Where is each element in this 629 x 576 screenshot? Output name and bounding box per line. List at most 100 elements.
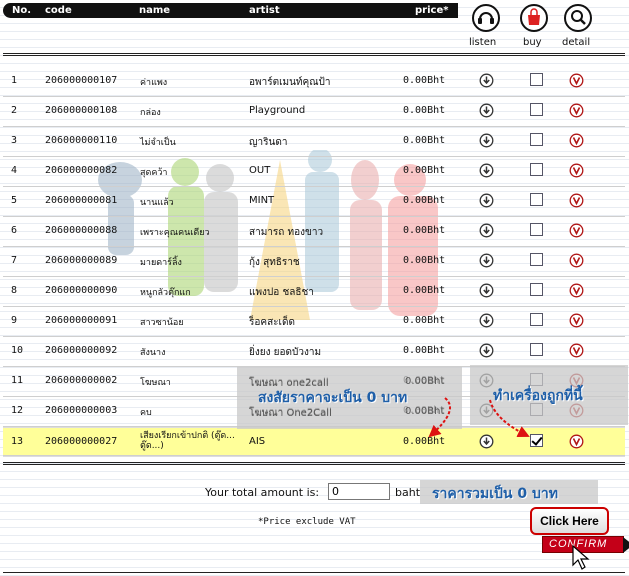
detail-icon[interactable] [569, 313, 584, 328]
table-row: 3 206000000110 ไม่จำเป็น ญารินดา 0.00Bht [3, 127, 625, 157]
detail-icon[interactable] [569, 434, 584, 449]
price-annotation-text: สงสัยราคาจะเป็น 0 บาท [258, 390, 408, 406]
row-song-name: คบ [140, 408, 152, 418]
row-artist: ยิ่งยง ยอดบัวงาม [249, 347, 322, 358]
listen-header-icon[interactable] [471, 3, 501, 33]
row-number: 5 [11, 195, 18, 206]
buy-checkbox[interactable] [530, 73, 543, 86]
row-code: 206000000082 [45, 165, 118, 176]
row-number: 1 [11, 75, 18, 86]
buy-checkbox[interactable] [530, 313, 543, 326]
total-amount-unit: baht [395, 486, 421, 499]
table-row: 5 206000000081 นานแล้ว MINT 0.00Bht [3, 187, 625, 217]
row-number: 4 [11, 165, 18, 176]
listen-icon[interactable] [479, 73, 494, 88]
detail-icon[interactable] [569, 103, 584, 118]
row-price: 0.00Bht [403, 315, 446, 326]
row-number: 11 [11, 375, 24, 386]
listen-icon[interactable] [479, 163, 494, 178]
listen-icon[interactable] [479, 313, 494, 328]
col-header-code: code [45, 5, 72, 16]
listen-icon[interactable] [479, 223, 494, 238]
vat-note: *Price exclude VAT [258, 517, 356, 527]
table-bottom-divider [3, 462, 625, 465]
row-code: 206000000110 [45, 135, 118, 146]
detail-icon[interactable] [569, 163, 584, 178]
detail-icon[interactable] [569, 283, 584, 298]
row-song-name: สาวซาน้อย [140, 318, 184, 328]
row-code: 206000000027 [45, 436, 118, 447]
buy-checkbox[interactable] [530, 253, 543, 266]
row-code: 206000000089 [45, 255, 118, 266]
detail-icon[interactable] [569, 133, 584, 148]
row-code: 206000000092 [45, 345, 118, 356]
row-song-name: กล่อง [140, 108, 161, 118]
row-number: 12 [11, 405, 24, 416]
buy-header-icon[interactable] [519, 3, 549, 33]
row-artist: AIS [249, 436, 266, 447]
listen-icon[interactable] [479, 434, 494, 449]
row-code: 206000000091 [45, 315, 118, 326]
buy-checkbox[interactable] [530, 193, 543, 206]
row-number: 6 [11, 225, 18, 236]
row-number: 7 [11, 255, 18, 266]
listen-icon[interactable] [479, 253, 494, 268]
row-song-name: โฆษณา [140, 378, 171, 388]
table-row: 7 206000000089 มายดาร์ลิ้ง กุ้ง สุทธิราช 0.0… [3, 247, 625, 277]
col-header-name: name [139, 5, 171, 16]
col-header-artist: artist [249, 5, 280, 16]
row-number: 2 [11, 105, 18, 116]
buy-checkbox[interactable] [530, 163, 543, 176]
row-price: 0.00Bht [403, 285, 446, 296]
row-divider [3, 455, 625, 456]
footer-divider [3, 572, 625, 573]
buy-checkbox[interactable] [530, 223, 543, 236]
detail-icon[interactable] [569, 253, 584, 268]
detail-icon[interactable] [569, 343, 584, 358]
buy-checkbox[interactable] [530, 283, 543, 296]
buy-checkbox[interactable] [530, 133, 543, 146]
row-artist: ญารินดา [249, 137, 288, 148]
row-artist: สามารถ ทองขาว [249, 227, 324, 238]
checkbox-annotation-text: ทำเครื่องถูกที่นี้ [493, 388, 583, 404]
listen-icon[interactable] [479, 283, 494, 298]
buy-checkbox[interactable] [530, 103, 543, 116]
click-here-callout: Click Here [530, 507, 609, 535]
row-song-name: ค่าแพง [140, 78, 168, 88]
row-price: 0.00Bht [403, 255, 446, 266]
ghost-price-12: 0.00Bht [405, 406, 445, 417]
table-row: 6 206000000088 เพราะคุณคนเดียว สามารถ ทองขา… [3, 217, 625, 247]
row-song-name: ไม่จำเป็น [140, 138, 176, 148]
listen-icon[interactable] [479, 103, 494, 118]
row-code: 206000000090 [45, 285, 118, 296]
listen-icon[interactable] [479, 133, 494, 148]
col-header-no: No. [12, 5, 32, 16]
row-song-name: เพราะคุณคนเดียว [140, 228, 210, 238]
row-code: 206000000081 [45, 195, 118, 206]
detail-header-icon[interactable] [563, 3, 593, 33]
row-code: 206000000002 [45, 375, 118, 386]
detail-icon[interactable] [569, 223, 584, 238]
row-code: 206000000107 [45, 75, 118, 86]
detail-icon[interactable] [569, 73, 584, 88]
table-row: 10 206000000092 สังนาง ยิ่งยง ยอดบัวงาม 0.00… [3, 337, 625, 367]
row-song-name: เสียงเรียกเข้าปกติ (ตู๊ด... ตู๊ด...) [140, 431, 235, 451]
table-row: 2 206000000108 กล่อง Playground 0.00Bht [3, 97, 625, 127]
row-number: 8 [11, 285, 18, 296]
listen-icon[interactable] [479, 193, 494, 208]
col-header-price: price* [415, 5, 449, 16]
row-price: 0.00Bht [403, 105, 446, 116]
detail-icon[interactable] [569, 193, 584, 208]
row-price: 0.00Bht [403, 225, 446, 236]
buy-checkbox[interactable] [530, 434, 543, 447]
row-price: 0.00Bht [403, 195, 446, 206]
row-number: 9 [11, 315, 18, 326]
row-code: 206000000088 [45, 225, 118, 236]
buy-checkbox[interactable] [530, 343, 543, 356]
row-song-name: มายดาร์ลิ้ง [140, 258, 182, 268]
detail-label: detail [562, 37, 591, 48]
listen-icon[interactable] [479, 343, 494, 358]
buy-label: buy [523, 37, 542, 48]
row-code: 206000000003 [45, 405, 118, 416]
total-amount-field[interactable] [328, 483, 390, 500]
